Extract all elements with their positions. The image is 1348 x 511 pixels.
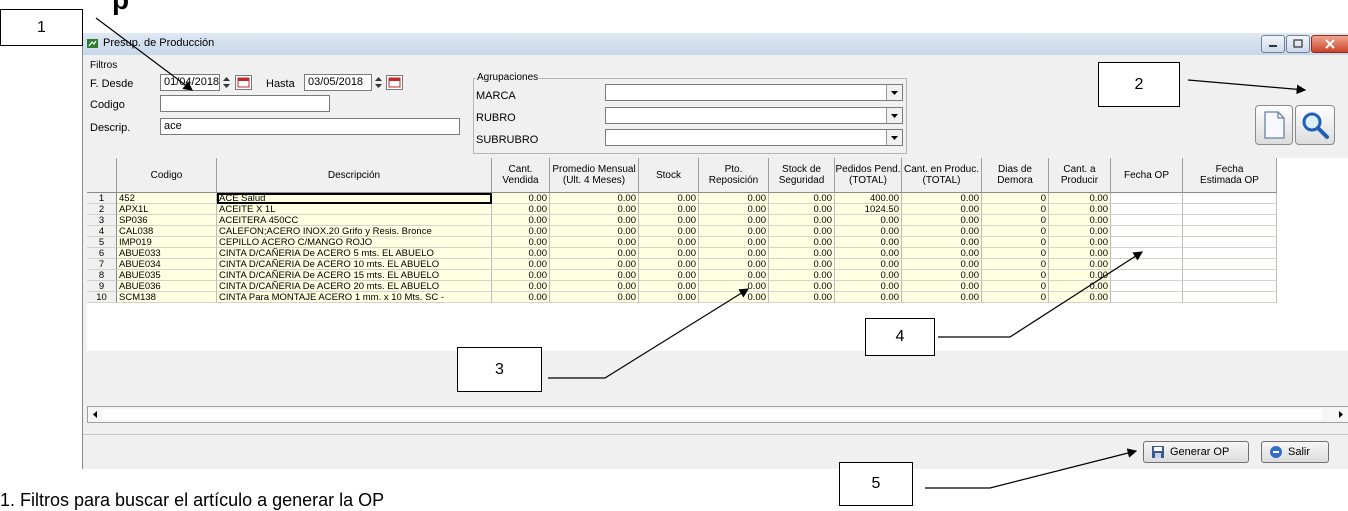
callout-4: 4 bbox=[865, 318, 935, 356]
callout-5-arrow bbox=[925, 448, 1138, 489]
callout-3: 3 bbox=[457, 347, 542, 392]
callout-2: 2 bbox=[1098, 62, 1180, 107]
callout-5: 5 bbox=[839, 462, 913, 506]
callout-2-arrow bbox=[1187, 79, 1307, 95]
footer-caption: 1. Filtros para buscar el artículo a gen… bbox=[0, 490, 385, 510]
callout-4-arrow bbox=[938, 251, 1144, 338]
callout-1-arrow bbox=[95, 17, 193, 91]
callout-3-arrow bbox=[548, 288, 750, 379]
callout-1: 1 bbox=[0, 9, 83, 46]
